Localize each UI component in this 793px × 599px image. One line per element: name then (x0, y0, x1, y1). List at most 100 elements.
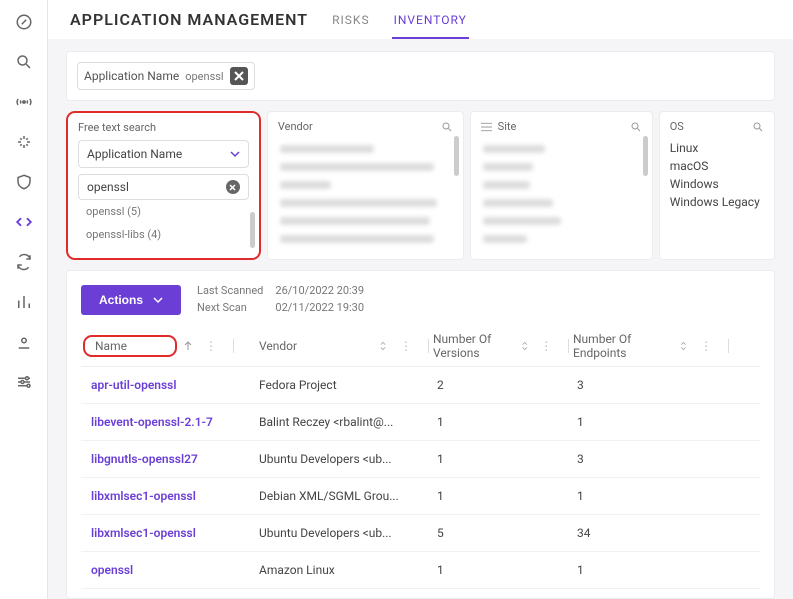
search-icon[interactable] (630, 121, 642, 133)
column-menu-icon[interactable]: ⋮ (534, 339, 558, 353)
logo-icon[interactable] (14, 12, 34, 32)
tab-risks[interactable]: RISKS (330, 13, 371, 39)
shield-icon[interactable] (14, 172, 34, 192)
settings-icon[interactable] (14, 372, 34, 392)
clear-input-icon[interactable] (226, 180, 240, 194)
cell-versions: 5 (433, 526, 573, 540)
scrollbar-thumb[interactable] (643, 136, 648, 176)
cell-name[interactable]: openssl (83, 563, 259, 577)
suggestion-item[interactable]: openssl-libs (4) (78, 223, 249, 246)
cell-vendor: Debian XML/SGML Grou... (259, 489, 433, 503)
cell-versions: 1 (433, 489, 573, 503)
sort-asc-icon[interactable] (183, 341, 193, 351)
cell-vendor: Fedora Project (259, 378, 433, 392)
column-header-name[interactable]: Name ⋮ (83, 337, 259, 355)
os-option[interactable]: Windows (670, 175, 764, 193)
tabs: RISKS INVENTORY (330, 13, 469, 39)
scrollbar-thumb[interactable] (454, 136, 459, 176)
cell-endpoints: 3 (573, 378, 733, 392)
search-icon[interactable] (441, 121, 453, 133)
code-icon[interactable] (14, 212, 34, 232)
cell-versions: 1 (433, 563, 573, 577)
broadcast-icon[interactable] (14, 92, 34, 112)
vendor-blurred-list (278, 139, 453, 249)
location-icon[interactable] (14, 332, 34, 352)
scrollbar-thumb[interactable] (250, 212, 255, 248)
chart-icon[interactable] (14, 292, 34, 312)
cell-name[interactable]: libxmlsec1-openssl (83, 526, 259, 540)
tab-inventory[interactable]: INVENTORY (392, 13, 469, 39)
cell-vendor: Ubuntu Developers <ub... (259, 526, 433, 540)
star-icon[interactable] (14, 132, 34, 152)
sort-icon[interactable] (679, 341, 688, 351)
cell-versions: 2 (433, 378, 573, 392)
site-filter-label: Site (498, 120, 517, 133)
vendor-filter-label: Vendor (278, 120, 313, 133)
cell-name[interactable]: apr-util-openssl (83, 378, 259, 392)
sync-icon[interactable] (14, 252, 34, 272)
cell-versions: 1 (433, 452, 573, 466)
filter-panels: Free text search Application Name openss… (66, 111, 775, 260)
column-menu-icon[interactable]: ⋮ (694, 339, 718, 353)
next-scan-label: Next Scan (197, 300, 263, 317)
free-text-label: Free text search (78, 121, 156, 134)
table-row: libevent-openssl-2.1-7Balint Reczey <rba… (81, 404, 760, 441)
site-blurred-list (481, 139, 642, 249)
cell-endpoints: 3 (573, 452, 733, 466)
last-scanned-label: Last Scanned (197, 283, 263, 300)
cell-name[interactable]: libgnutls-openssl27 (83, 452, 259, 466)
scan-info: Last Scanned 26/10/2022 20:39 Next Scan … (197, 283, 364, 316)
last-scanned-value: 26/10/2022 20:39 (275, 283, 364, 300)
chip-label: Application Name (84, 69, 179, 83)
filter-chip[interactable]: Application Name openssl (77, 62, 255, 90)
next-scan-value: 02/11/2022 19:30 (275, 300, 364, 317)
suggestion-item[interactable]: openssl (5) (78, 200, 249, 223)
sort-icon[interactable] (521, 341, 529, 351)
vendor-filter-panel: Vendor (267, 111, 464, 260)
cell-versions: 1 (433, 415, 573, 429)
table-row: apr-util-opensslFedora Project23 (81, 367, 760, 404)
main-area: APPLICATION MANAGEMENT RISKS INVENTORY A… (48, 0, 793, 599)
content: Application Name openssl Free text searc… (48, 39, 793, 599)
actions-button-label: Actions (99, 293, 143, 307)
table-row: opensslCentOS22 (81, 589, 760, 599)
column-endpoints-label: Number Of Endpoints (573, 332, 673, 360)
column-menu-icon[interactable]: ⋮ (199, 339, 223, 353)
os-option[interactable]: macOS (670, 157, 764, 175)
free-text-input[interactable]: openssl (78, 174, 249, 200)
os-option[interactable]: Windows Legacy (670, 193, 764, 211)
column-header-versions[interactable]: Number Of Versions ⋮ (433, 332, 573, 360)
list-icon (481, 122, 492, 132)
free-text-input-value: openssl (87, 180, 129, 194)
column-name-label: Name (83, 335, 177, 357)
site-filter-panel: Site (470, 111, 653, 260)
header: APPLICATION MANAGEMENT RISKS INVENTORY (48, 0, 793, 39)
free-text-search-panel: Free text search Application Name openss… (66, 111, 261, 260)
cell-name[interactable]: libxmlsec1-openssl (83, 489, 259, 503)
actions-button[interactable]: Actions (81, 285, 181, 315)
free-text-field-select[interactable]: Application Name (78, 140, 249, 168)
sort-icon[interactable] (378, 341, 388, 351)
os-filter-label: OS (670, 120, 684, 133)
search-icon[interactable] (752, 121, 764, 133)
left-sidebar (0, 0, 48, 599)
column-header-endpoints[interactable]: Number Of Endpoints ⋮ (573, 332, 733, 360)
chevron-down-icon (153, 295, 163, 305)
column-header-vendor[interactable]: Vendor ⋮ (259, 339, 433, 353)
chevron-down-icon (230, 149, 240, 159)
cell-vendor: Ubuntu Developers <ub... (259, 452, 433, 466)
chip-value: openssl (185, 70, 223, 83)
cell-endpoints: 1 (573, 489, 733, 503)
os-option[interactable]: Linux (670, 139, 764, 157)
cell-endpoints: 1 (573, 563, 733, 577)
search-icon[interactable] (14, 52, 34, 72)
column-versions-label: Number Of Versions (433, 332, 515, 360)
column-menu-icon[interactable]: ⋮ (394, 339, 418, 353)
chip-clear-icon[interactable] (230, 67, 248, 85)
table-header: Name ⋮ Vendor ⋮ Number Of Versions ⋮ (81, 326, 760, 367)
cell-name[interactable]: libevent-openssl-2.1-7 (83, 415, 259, 429)
results-card: Actions Last Scanned 26/10/2022 20:39 Ne… (66, 270, 775, 599)
table-row: libxmlsec1-opensslUbuntu Developers <ub.… (81, 515, 760, 552)
column-vendor-label: Vendor (259, 339, 297, 353)
cell-endpoints: 1 (573, 415, 733, 429)
